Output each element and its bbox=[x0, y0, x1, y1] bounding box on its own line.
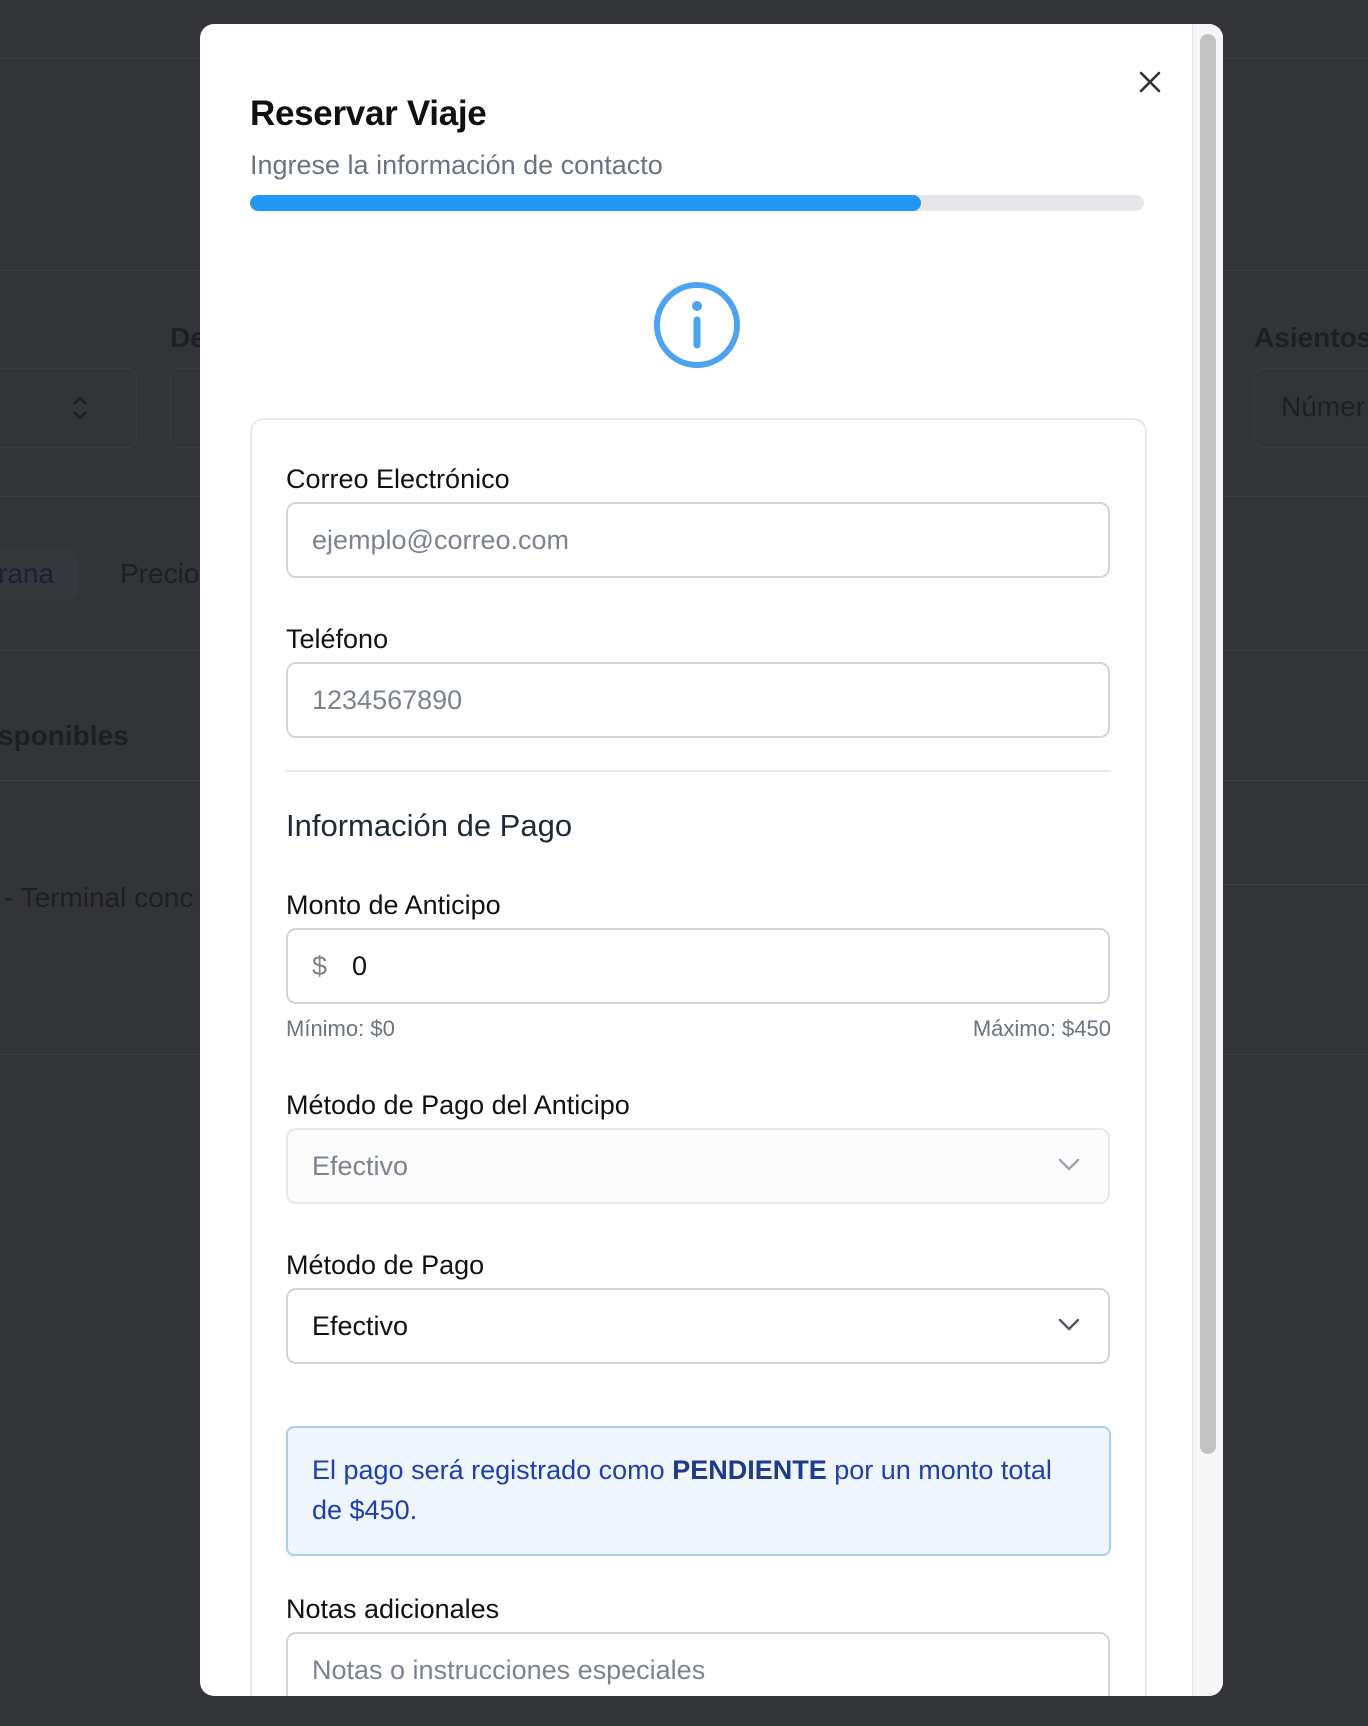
notes-placeholder: Notas o instrucciones especiales bbox=[312, 1655, 706, 1685]
phone-placeholder: 1234567890 bbox=[312, 685, 463, 715]
booking-modal: Reservar Viaje Ingrese la información de… bbox=[200, 24, 1223, 1696]
filter-label-asientos: Asientos bbox=[1254, 322, 1368, 353]
deposit-max-hint: Máximo: $450 bbox=[972, 1016, 1111, 1041]
payment-method-select[interactable]: Efectivo bbox=[286, 1288, 1110, 1364]
tab-precio[interactable]: Precio bbox=[120, 558, 199, 590]
phone-field[interactable]: 1234567890 bbox=[286, 662, 1110, 738]
payment-method-value: Efectivo bbox=[312, 1311, 409, 1341]
payment-method-label: Método de Pago bbox=[286, 1250, 485, 1280]
divider bbox=[1222, 884, 1368, 885]
modal-title: Reservar Viaje bbox=[250, 94, 487, 133]
notes-label: Notas adicionales bbox=[286, 1594, 500, 1624]
chevron-down-icon bbox=[1058, 1318, 1080, 1331]
section-divider bbox=[286, 770, 1111, 772]
route-text: - Terminal conc bbox=[4, 882, 194, 913]
tab-active-label: rana bbox=[0, 558, 55, 589]
deposit-method-value: Efectivo bbox=[312, 1151, 409, 1181]
phone-label: Teléfono bbox=[286, 624, 389, 654]
email-field[interactable]: ejemplo@correo.com bbox=[286, 502, 1110, 578]
seats-placeholder: Númer bbox=[1281, 391, 1366, 422]
deposit-method-select[interactable]: Efectivo bbox=[286, 1128, 1110, 1204]
list-heading: sponibles bbox=[0, 720, 129, 751]
notes-textarea[interactable]: Notas o instrucciones especiales bbox=[286, 1632, 1110, 1696]
alert-status: PENDIENTE bbox=[672, 1455, 827, 1485]
origin-select[interactable] bbox=[0, 368, 137, 448]
close-icon bbox=[1139, 71, 1161, 93]
chevron-down-icon bbox=[1058, 1158, 1080, 1171]
modal-subtitle: Ingrese la información de contacto bbox=[250, 150, 663, 180]
deposit-label: Monto de Anticipo bbox=[286, 890, 501, 920]
scrollbar-track[interactable] bbox=[1192, 24, 1223, 1696]
form-card: Correo Electrónico ejemplo@correo.com Te… bbox=[250, 418, 1147, 1696]
email-label: Correo Electrónico bbox=[286, 464, 510, 494]
sort-arrows-icon bbox=[73, 396, 87, 420]
deposit-min-hint: Mínimo: $0 bbox=[286, 1016, 395, 1041]
deposit-amount-input[interactable]: $ 0 bbox=[286, 928, 1110, 1004]
email-placeholder: ejemplo@correo.com bbox=[312, 525, 570, 555]
close-button[interactable] bbox=[1128, 60, 1172, 104]
progress-fill bbox=[250, 195, 921, 211]
alert-prefix: El pago será registrado como bbox=[312, 1455, 673, 1485]
deposit-method-label: Método de Pago del Anticipo bbox=[286, 1090, 630, 1120]
tab-active[interactable]: rana bbox=[0, 550, 78, 600]
currency-symbol: $ bbox=[312, 951, 328, 981]
payment-section-title: Información de Pago bbox=[286, 808, 573, 843]
payment-status-alert: El pago será registrado como PENDIENTE p… bbox=[286, 1426, 1111, 1556]
progress-bar bbox=[250, 195, 1144, 211]
seats-input[interactable]: Númer bbox=[1254, 368, 1368, 448]
deposit-value: 0 bbox=[352, 951, 368, 981]
scrollbar-thumb[interactable] bbox=[1200, 34, 1216, 1454]
info-circle-icon bbox=[654, 282, 740, 368]
